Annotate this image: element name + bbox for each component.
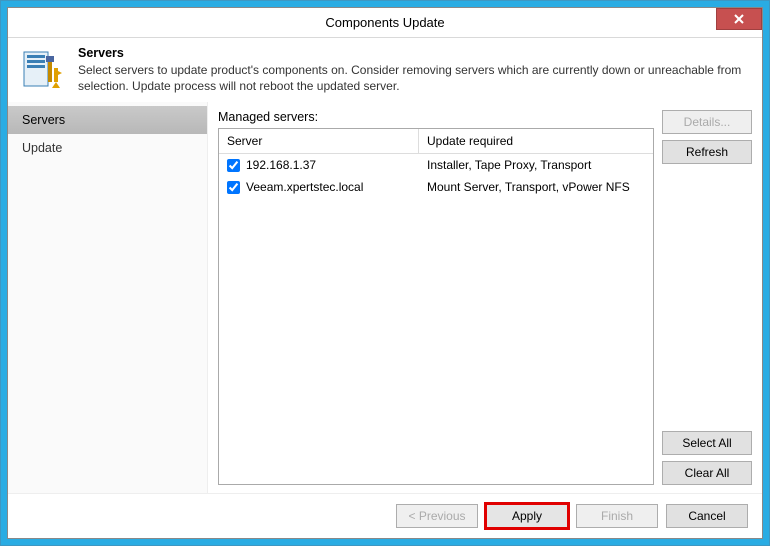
close-button[interactable]: [716, 8, 762, 30]
footer: < Previous Apply Finish Cancel: [8, 493, 762, 538]
dialog-window: Components Update: [7, 7, 763, 539]
close-icon: [733, 13, 745, 25]
apply-button[interactable]: Apply: [486, 504, 568, 528]
titlebar: Components Update: [8, 8, 762, 38]
previous-button[interactable]: < Previous: [396, 504, 478, 528]
refresh-button[interactable]: Refresh: [662, 140, 752, 164]
sidebar-nav: Servers Update: [8, 102, 208, 493]
managed-servers-label: Managed servers:: [218, 110, 654, 124]
table-header: Server Update required: [219, 129, 653, 154]
sidebar-item-update[interactable]: Update: [8, 134, 207, 162]
header-description: Select servers to update product's compo…: [78, 62, 750, 94]
server-name: 192.168.1.37: [246, 158, 316, 172]
finish-button[interactable]: Finish: [576, 504, 658, 528]
details-button[interactable]: Details...: [662, 110, 752, 134]
row-checkbox[interactable]: [227, 181, 240, 194]
window-title: Components Update: [8, 15, 762, 30]
cancel-button[interactable]: Cancel: [666, 504, 748, 528]
servers-table: Server Update required 192.168.1.37 Inst…: [218, 128, 654, 485]
header-title: Servers: [78, 46, 750, 60]
servers-icon: [20, 46, 66, 92]
header: Servers Select servers to update product…: [8, 38, 762, 102]
table-row[interactable]: 192.168.1.37 Installer, Tape Proxy, Tran…: [219, 154, 653, 176]
sidebar-item-servers[interactable]: Servers: [8, 106, 207, 134]
column-update[interactable]: Update required: [419, 129, 653, 153]
select-all-button[interactable]: Select All: [662, 431, 752, 455]
server-name: Veeam.xpertstec.local: [246, 180, 363, 194]
clear-all-button[interactable]: Clear All: [662, 461, 752, 485]
update-required: Mount Server, Transport, vPower NFS: [419, 178, 653, 196]
update-required: Installer, Tape Proxy, Transport: [419, 156, 653, 174]
table-row[interactable]: Veeam.xpertstec.local Mount Server, Tran…: [219, 176, 653, 198]
row-checkbox[interactable]: [227, 159, 240, 172]
column-server[interactable]: Server: [219, 129, 419, 153]
